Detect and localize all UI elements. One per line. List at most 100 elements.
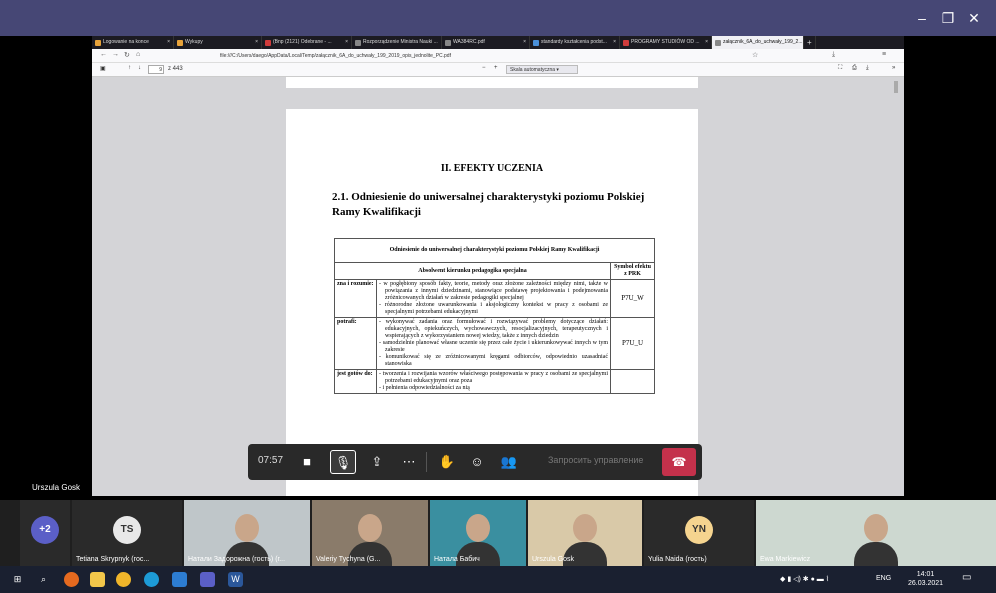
next-page-icon[interactable]: ↓: [138, 65, 141, 71]
participants-icon[interactable]: 👥: [496, 450, 522, 474]
zoom-select[interactable]: Skala automatyczna ▾: [506, 65, 578, 74]
presentation-icon[interactable]: ⛶: [838, 65, 842, 72]
new-tab-button[interactable]: +: [804, 36, 816, 49]
minimize-button[interactable]: –: [912, 8, 932, 28]
scrollbar[interactable]: [894, 81, 898, 93]
close-tab-icon[interactable]: ×: [252, 36, 258, 49]
print-icon[interactable]: ⎙: [852, 65, 857, 72]
raise-hand-icon[interactable]: ✋: [434, 450, 460, 474]
browser-tab[interactable]: PROGRAMY STUDIÓW OD ... ×: [620, 36, 712, 49]
participant-name: Натали Задорожна (гость) (г...: [188, 556, 286, 563]
teams-icon[interactable]: [200, 572, 215, 587]
tab-favicon-icon: [265, 39, 271, 46]
chrome-icon[interactable]: [116, 572, 131, 587]
participant-name: Tetiana Skrypnyk (гос...: [76, 556, 150, 563]
browser-tab[interactable]: standardy kształcenia podst... ×: [530, 36, 620, 49]
start-icon[interactable]: ⊞: [10, 572, 25, 587]
notifications-icon[interactable]: ▭: [962, 572, 971, 583]
tab-favicon-icon: [177, 39, 183, 46]
tab-label: (Bnp (2121) Odebrane - ...: [273, 39, 332, 45]
browser-tab[interactable]: (Bnp (2121) Odebrane - ... ×: [262, 36, 352, 49]
list-item: samodzielnie planować własne uczenie się…: [379, 340, 608, 354]
participant-tile[interactable]: Urszula Gosk: [528, 500, 642, 566]
address-bar[interactable]: file:///C:/Users/daego/AppData/Local/Tem…: [206, 51, 746, 61]
back-icon[interactable]: ←: [100, 51, 107, 58]
close-tab-icon[interactable]: ×: [610, 36, 616, 49]
save-icon[interactable]: ⤓: [866, 65, 869, 72]
participant-video: [864, 514, 888, 542]
prev-page-icon[interactable]: ↑: [128, 65, 131, 71]
clock[interactable]: 14:01 26.03.2021: [908, 570, 943, 588]
menu-icon[interactable]: ≡: [882, 51, 886, 58]
participant-tile[interactable]: +2: [20, 500, 70, 566]
close-button[interactable]: ✕: [964, 8, 984, 28]
clock-date: 26.03.2021: [908, 580, 944, 587]
page-number-input[interactable]: 9: [148, 65, 164, 74]
tab-label: Logowanie na konce: [103, 39, 149, 45]
tab-favicon-icon: [623, 39, 629, 46]
participant-name: Urszula Gosk: [532, 556, 575, 563]
chat-icon[interactable]: ☺: [464, 450, 490, 474]
participant-tile[interactable]: YN Yulia Naida (гость): [644, 500, 754, 566]
tab-favicon-icon: [95, 39, 101, 46]
list-item: tworzenia i rozwijania wzorów właściwego…: [379, 371, 608, 385]
table-col-header: Absolwent kierunku pedagogika specjalna: [334, 262, 611, 280]
browser-tab[interactable]: załącznik_6A_do_uchwały_199_2...×: [712, 36, 804, 49]
tab-label: standardy kształcenia podst...: [541, 39, 607, 45]
firefox-icon[interactable]: [64, 572, 79, 587]
reload-icon[interactable]: ↻: [124, 51, 130, 59]
participant-tile[interactable]: Ewa Markiewicz: [756, 500, 996, 566]
tab-favicon-icon: [445, 39, 451, 46]
zoom-in-icon[interactable]: +: [494, 65, 498, 71]
windows-taskbar: ⊞ ⌕ W ◆ ▮ ◁) ✱ ● ▬ ⌇ ENG 14:01 26.03.2021…: [0, 566, 996, 593]
language-indicator[interactable]: ENG: [876, 575, 891, 582]
share-screen-icon[interactable]: ⇪: [364, 450, 390, 474]
more-options-icon[interactable]: ⋯: [396, 450, 422, 474]
tab-label: Wykupy: [185, 39, 203, 45]
participant-video: [358, 514, 382, 542]
browser-tab[interactable]: WA384RC.pdf ×: [442, 36, 530, 49]
avatar: TS: [113, 516, 141, 544]
word-icon[interactable]: W: [228, 572, 243, 587]
hang-up-button[interactable]: ☎: [662, 448, 696, 476]
search-icon[interactable]: ⌕: [36, 572, 51, 587]
zoom-out-icon[interactable]: −: [482, 65, 486, 71]
participant-tile[interactable]: Натали Задорожна (гость) (г...: [184, 500, 310, 566]
request-control-button[interactable]: Запросить управление: [548, 455, 643, 465]
bookmark-star-icon[interactable]: ☆: [752, 51, 758, 59]
pdf-viewer[interactable]: II. EFEKTY UCZENIA 2.1. Odniesienie do u…: [92, 77, 904, 496]
row-items: w pogłębiony sposób fakty, teorie, metod…: [376, 279, 611, 318]
tray-icons[interactable]: ◆ ▮ ◁) ✱ ● ▬ ⌇: [780, 575, 829, 583]
photos-icon[interactable]: [172, 572, 187, 587]
close-tab-icon[interactable]: ×: [164, 36, 170, 49]
forward-icon[interactable]: →: [112, 51, 119, 58]
edge-icon[interactable]: [144, 572, 159, 587]
participant-tile[interactable]: Valeriy Tychyna (G...: [312, 500, 428, 566]
close-tab-icon[interactable]: ×: [342, 36, 348, 49]
participant-video: [573, 514, 597, 542]
table-title: Odniesienie do uniwersalnej charakteryst…: [333, 238, 656, 263]
file-explorer-icon[interactable]: [90, 572, 105, 587]
microphone-icon[interactable]: 🎙: [330, 450, 356, 474]
participant-video-body: [854, 542, 898, 566]
sidebar-toggle-icon[interactable]: ▣: [100, 65, 106, 72]
close-tab-icon[interactable]: ×: [520, 36, 526, 49]
camera-icon[interactable]: ■: [294, 450, 320, 474]
browser-tab[interactable]: Logowanie na konce ×: [92, 36, 174, 49]
presenter-name: Urszula Gosk: [32, 483, 81, 492]
maximize-button[interactable]: ❐: [938, 8, 958, 28]
row-items: wykonywać zadania oraz formułować i rozw…: [376, 317, 611, 370]
more-tools-icon[interactable]: »: [892, 65, 895, 71]
downloads-icon[interactable]: ⤓: [832, 51, 835, 59]
participant-tile[interactable]: TS Tetiana Skrypnyk (гос...: [72, 500, 182, 566]
home-icon[interactable]: ⌂: [136, 51, 140, 58]
table-row: jest gotów do:tworzenia i rozwijania wzo…: [334, 369, 656, 394]
divider: [426, 452, 427, 472]
close-tab-icon[interactable]: ×: [702, 36, 708, 49]
browser-tab[interactable]: Rozporządzenie Ministra Nauki ...×: [352, 36, 442, 49]
participant-tile[interactable]: Натала Бабич: [430, 500, 526, 566]
browser-tab[interactable]: Wykupy ×: [174, 36, 262, 49]
row-category: jest gotów do:: [334, 369, 377, 394]
row-symbol: P7U_W: [609, 279, 656, 318]
tab-favicon-icon: [355, 39, 361, 46]
